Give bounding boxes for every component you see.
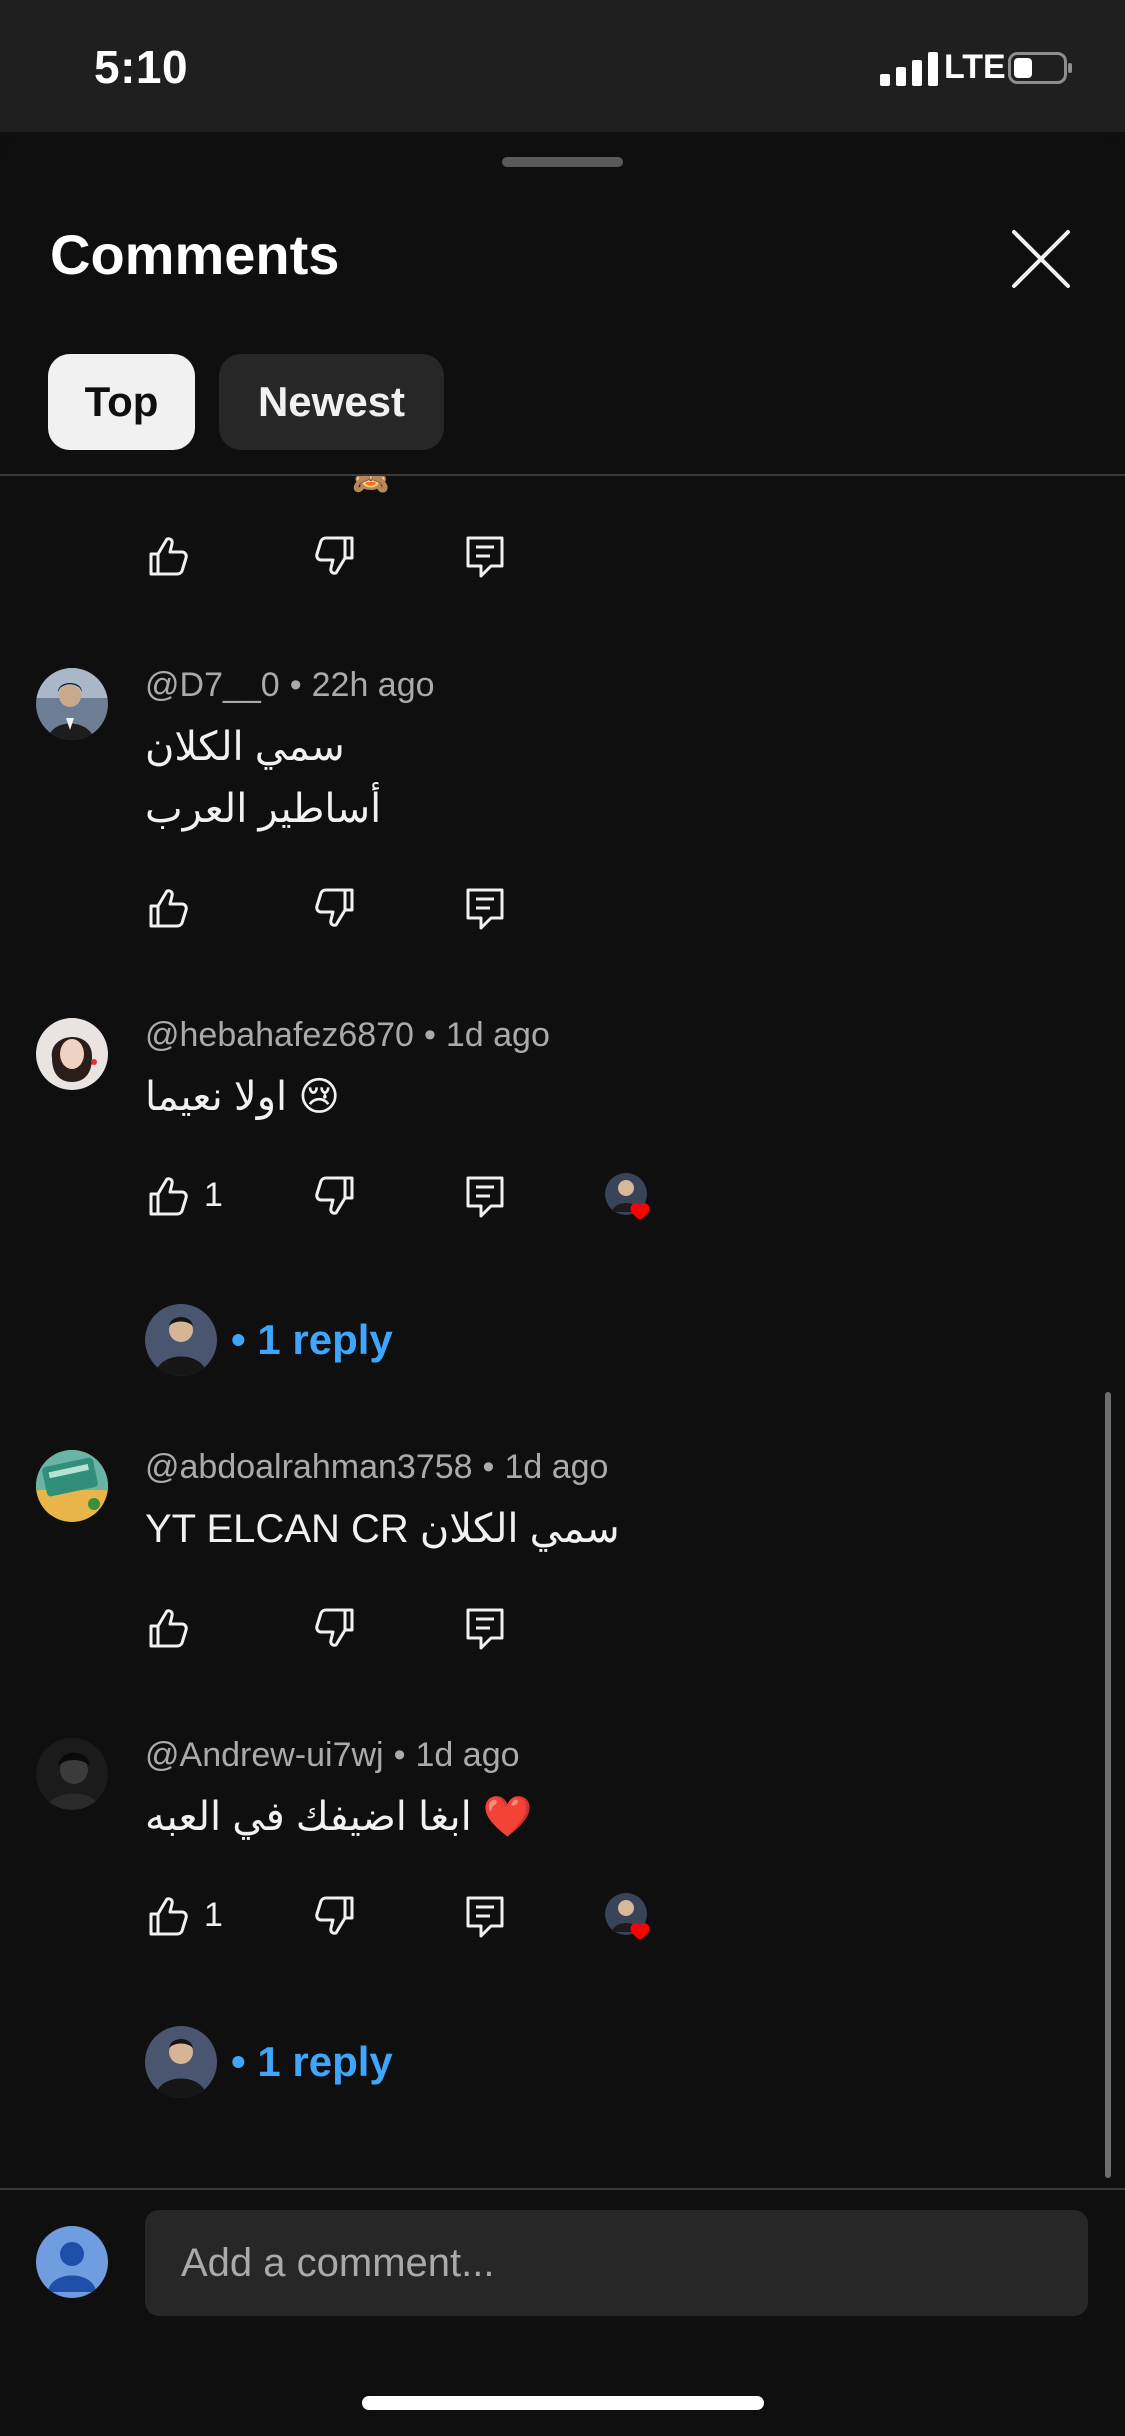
comment-age: 22h ago bbox=[311, 666, 435, 704]
avatar[interactable] bbox=[36, 668, 108, 740]
comment-age: 1d ago bbox=[504, 1448, 609, 1486]
home-indicator[interactable] bbox=[362, 2396, 764, 2410]
scrollbar[interactable] bbox=[1105, 1392, 1111, 2178]
comment-text: اولا نعيما 😢 bbox=[145, 1075, 340, 1119]
creator-heart-icon bbox=[605, 1173, 650, 1220]
comment-meta: @Andrew-ui7wj • 1d ago bbox=[145, 1736, 520, 1774]
status-time: 5:10 bbox=[94, 41, 189, 93]
dislike-icon[interactable] bbox=[314, 1174, 358, 1218]
avatar[interactable] bbox=[36, 1018, 108, 1090]
comment-meta: @abdoalrahman3758 • 1d ago bbox=[145, 1448, 609, 1486]
add-comment-input[interactable] bbox=[145, 2210, 1088, 2316]
like-icon[interactable] bbox=[145, 534, 189, 578]
like-icon[interactable] bbox=[145, 1606, 189, 1650]
sheet-title: Comments bbox=[50, 223, 340, 286]
comment-text: سمي الكلان أساطير العرب bbox=[145, 725, 382, 831]
filter-newest-chip[interactable]: Newest bbox=[219, 354, 444, 450]
comment-author[interactable]: @D7__0 bbox=[145, 666, 280, 704]
comment-meta: @hebahafez6870 • 1d ago bbox=[145, 1016, 550, 1054]
composer-divider bbox=[0, 2188, 1125, 2190]
clipped-emoji: 🙈 bbox=[352, 476, 390, 496]
like-count: 1 bbox=[204, 1176, 223, 1214]
status-bar: 5:10 LTE bbox=[0, 0, 1125, 132]
cellular-signal-icon bbox=[880, 52, 938, 86]
reply-icon[interactable] bbox=[463, 886, 507, 930]
dislike-icon[interactable] bbox=[314, 886, 358, 930]
reply-icon[interactable] bbox=[463, 1174, 507, 1218]
comment-author[interactable]: @hebahafez6870 bbox=[145, 1016, 414, 1054]
reply-avatar bbox=[145, 1304, 217, 1376]
user-avatar bbox=[36, 2226, 108, 2298]
avatar[interactable] bbox=[36, 1738, 108, 1810]
comments-list[interactable]: 🙈 @D7__0 • 22h ago سمي الكلان أساطير العرب… bbox=[0, 476, 1125, 2188]
dislike-icon[interactable] bbox=[314, 1894, 358, 1938]
reply-icon[interactable] bbox=[463, 1606, 507, 1650]
view-replies-link[interactable]: • 1 reply bbox=[145, 1304, 393, 1376]
comment-age: 1d ago bbox=[445, 1016, 550, 1054]
network-type: LTE bbox=[944, 48, 1006, 86]
reply-avatar bbox=[145, 2026, 217, 2098]
reply-count[interactable]: • 1 reply bbox=[231, 1316, 393, 1364]
like-icon[interactable] bbox=[145, 1894, 189, 1938]
sheet-drag-handle[interactable] bbox=[502, 157, 623, 167]
comment-meta: @D7__0 • 22h ago bbox=[145, 666, 435, 704]
comment-composer[interactable] bbox=[145, 2210, 1088, 2316]
view-replies-link[interactable]: • 1 reply bbox=[145, 2026, 393, 2098]
dislike-icon[interactable] bbox=[314, 534, 358, 578]
reply-icon[interactable] bbox=[463, 1894, 507, 1938]
creator-heart-icon bbox=[605, 1893, 650, 1940]
comment-age: 1d ago bbox=[415, 1736, 520, 1774]
avatar[interactable] bbox=[36, 1450, 108, 1522]
dislike-icon[interactable] bbox=[314, 1606, 358, 1650]
like-icon[interactable] bbox=[145, 886, 189, 930]
like-icon[interactable] bbox=[145, 1174, 189, 1218]
close-icon[interactable] bbox=[1010, 228, 1072, 290]
filter-top-chip[interactable]: Top bbox=[48, 354, 195, 450]
comment-author[interactable]: @abdoalrahman3758 bbox=[145, 1448, 473, 1486]
battery-icon bbox=[1008, 52, 1072, 84]
like-count: 1 bbox=[204, 1896, 223, 1934]
comment-author[interactable]: @Andrew-ui7wj bbox=[145, 1736, 384, 1774]
reply-count[interactable]: • 1 reply bbox=[231, 2038, 393, 2086]
reply-icon[interactable] bbox=[463, 534, 507, 578]
comment-text: ابغا اضيفك في العبه ❤️ bbox=[145, 1795, 533, 1839]
comment-text: YT ELCAN CR سمي الكلان bbox=[145, 1507, 620, 1551]
